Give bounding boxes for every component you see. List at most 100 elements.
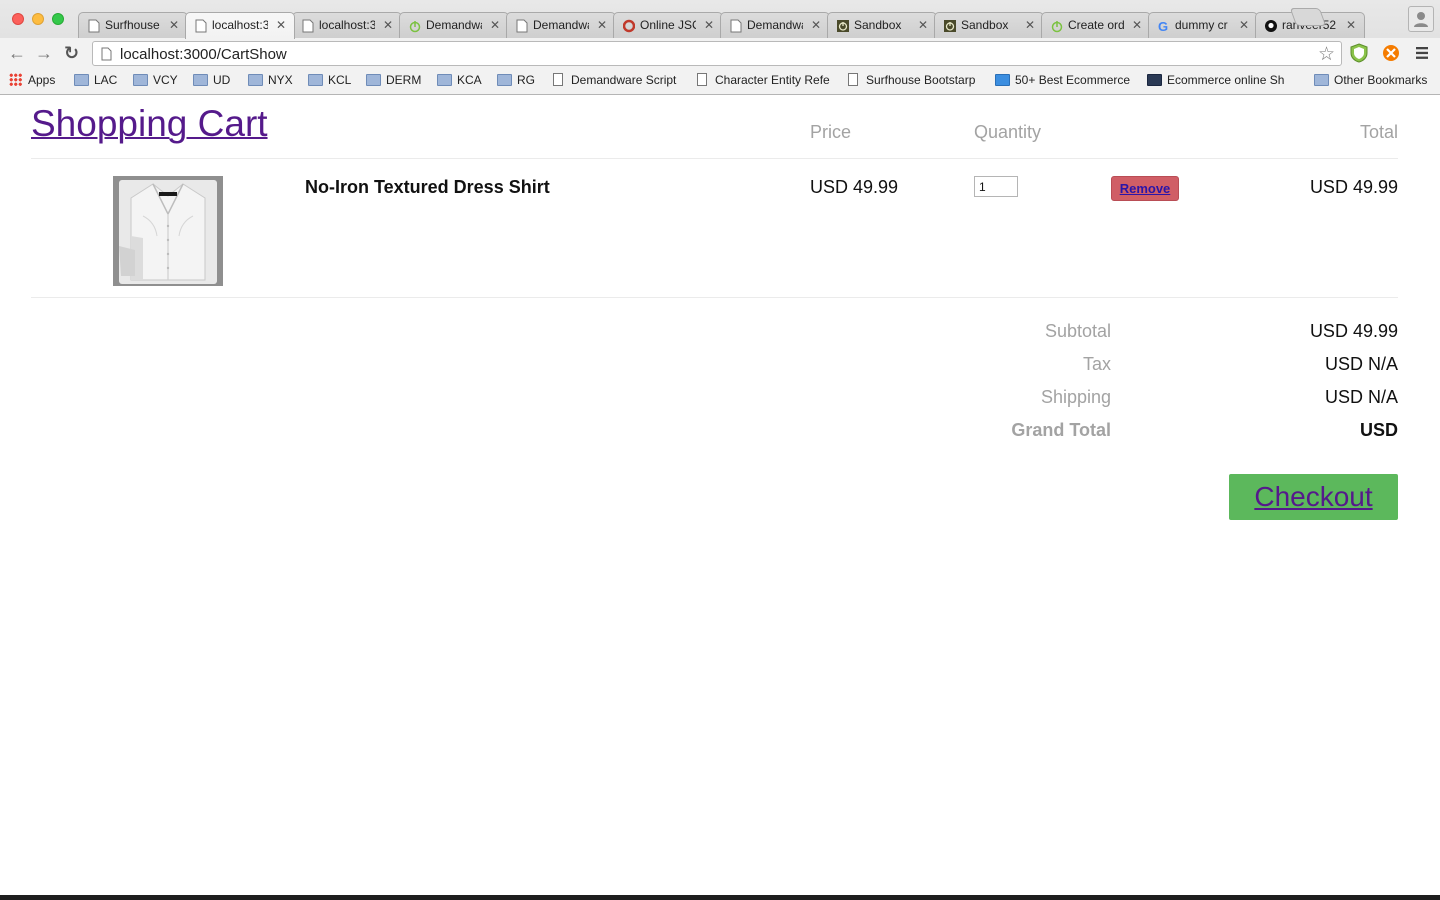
bookmark-folder[interactable]: KCL [308, 73, 351, 87]
folder-icon [193, 74, 208, 86]
tab-label: Sandbox [961, 18, 1009, 32]
address-bar[interactable]: localhost:3000/CartShow ☆ [92, 41, 1342, 66]
tab-online-json[interactable]: Online JSC ✕ [613, 12, 723, 38]
window-minimize-button[interactable] [32, 13, 44, 25]
tab-sandbox[interactable]: Sandbox ✕ [934, 12, 1044, 38]
bookmark-label: Ecommerce online Sh [1167, 73, 1285, 87]
tab-close-icon[interactable]: ✕ [1132, 18, 1142, 32]
bookmark-page[interactable]: Ecommerce online Sh [1147, 73, 1285, 87]
tab-demandware[interactable]: Demandwa ✕ [399, 12, 509, 38]
folder-icon [248, 74, 263, 86]
folder-icon [74, 74, 89, 86]
back-icon[interactable]: ← [8, 44, 26, 62]
bookmark-label: 50+ Best Ecommerce [1015, 73, 1131, 87]
menu-icon[interactable] [1415, 46, 1429, 60]
tab-close-icon[interactable]: ✕ [597, 18, 607, 32]
tab-label: Demandwa [426, 18, 482, 32]
product-image[interactable] [113, 176, 223, 286]
subtotal-label: Subtotal [1044, 321, 1111, 341]
checkout-button[interactable]: Checkout [1229, 474, 1398, 520]
tab-close-icon[interactable]: ✕ [811, 18, 821, 32]
price-column-header: Price [810, 122, 852, 142]
document-icon [848, 73, 858, 86]
folder-icon [437, 74, 452, 86]
tab-close-icon[interactable]: ✕ [490, 18, 500, 32]
tab-close-icon[interactable]: ✕ [918, 18, 928, 32]
bookmark-folder[interactable]: DERM [366, 73, 421, 87]
bookmark-page[interactable]: 50+ Best Ecommerce [995, 73, 1131, 87]
remove-button[interactable]: Remove [1111, 176, 1179, 201]
bookmark-page[interactable]: Demandware Script [553, 73, 676, 87]
shipping-label: Shipping [1040, 387, 1111, 407]
grand-total-label: Grand Total [1011, 420, 1111, 440]
new-tab-button[interactable] [1289, 8, 1327, 26]
forward-icon[interactable]: → [35, 44, 53, 62]
tab-localhost-active[interactable]: localhost:3 ✕ [185, 12, 295, 39]
tab-close-icon[interactable]: ✕ [383, 18, 393, 32]
bookmark-label: KCA [457, 73, 482, 87]
tab-close-icon[interactable]: ✕ [1346, 18, 1356, 32]
shield-extension-icon[interactable] [1349, 43, 1369, 63]
bookmark-label: RG [517, 73, 535, 87]
bookmark-label: LAC [94, 73, 118, 87]
dark-power-icon [944, 20, 956, 32]
tab-label: Demandwa [533, 18, 589, 32]
bookmark-folder[interactable]: UD [193, 73, 230, 87]
red-circle-icon [623, 19, 635, 33]
bookmark-folder[interactable]: NYX [248, 73, 293, 87]
cart-page: Shopping Cart Price Quantity Total No-Ir… [0, 95, 1440, 895]
power-icon [1051, 21, 1063, 33]
document-icon [697, 73, 707, 86]
tab-sandbox[interactable]: Sandbox ✕ [827, 12, 937, 38]
bookmark-apps[interactable]: Apps [9, 73, 55, 87]
tab-surfhouse[interactable]: Surfhouse ✕ [78, 12, 188, 38]
tab-close-icon[interactable]: ✕ [1239, 18, 1249, 32]
person-icon [1414, 12, 1428, 27]
reload-icon[interactable]: ↻ [64, 44, 79, 62]
bookmark-label: Character Entity Refe [715, 73, 830, 87]
tab-close-icon[interactable]: ✕ [276, 18, 286, 32]
product-name[interactable]: No-Iron Textured Dress Shirt [305, 177, 550, 198]
bookmark-label: Apps [28, 73, 56, 87]
tab-close-icon[interactable]: ✕ [704, 18, 714, 32]
bookmark-folder[interactable]: LAC [74, 73, 117, 87]
quantity-input[interactable] [974, 176, 1018, 197]
bookmark-page[interactable]: Character Entity Refe [697, 73, 831, 87]
bookmark-label: Surfhouse Bootstarp [866, 73, 976, 87]
window-close-button[interactable] [12, 13, 24, 25]
bookmark-label: VCY [153, 73, 178, 87]
tab-google-search[interactable]: G dummy cr ✕ [1148, 12, 1258, 38]
divider [31, 158, 1398, 159]
profile-button[interactable] [1408, 6, 1434, 32]
bookmark-folder[interactable]: KCA [437, 73, 482, 87]
url-text: localhost:3000/CartShow [120, 46, 287, 63]
window-maximize-button[interactable] [52, 13, 64, 25]
document-icon [553, 73, 563, 86]
navigation-bar: ← → ↻ localhost:3000/CartShow ☆ [0, 38, 1440, 68]
svg-text:G: G [1158, 19, 1168, 33]
tab-create-order[interactable]: Create ord ✕ [1041, 12, 1151, 38]
tab-label: localhost:3 [212, 18, 268, 32]
bookmark-folder[interactable]: VCY [133, 73, 178, 87]
tab-label: Demandwa [747, 18, 803, 32]
orange-extension-icon[interactable] [1381, 43, 1401, 63]
bookmark-folder[interactable]: RG [497, 73, 535, 87]
tab-localhost[interactable]: localhost:3 ✕ [292, 12, 402, 38]
bookmark-page[interactable]: Surfhouse Bootstarp [848, 73, 980, 87]
apps-grid-icon [9, 73, 22, 86]
folder-icon [308, 74, 323, 86]
github-icon [1265, 20, 1277, 32]
tab-close-icon[interactable]: ✕ [1025, 18, 1035, 32]
folder-icon [497, 74, 512, 86]
quantity-column-header: Quantity [974, 122, 1042, 142]
bookmark-other-folder[interactable]: Other Bookmarks [1314, 73, 1427, 87]
f-logo-icon [995, 74, 1010, 86]
bookmark-label: DERM [386, 73, 422, 87]
window-bottom-edge [0, 895, 1440, 900]
shopping-cart-title-link[interactable]: Shopping Cart [31, 103, 268, 145]
tab-demandware[interactable]: Demandwa ✕ [720, 12, 830, 38]
document-icon [730, 19, 742, 33]
tab-close-icon[interactable]: ✕ [169, 18, 179, 32]
bookmark-star-icon[interactable]: ☆ [1318, 43, 1335, 66]
tab-demandware[interactable]: Demandwa ✕ [506, 12, 616, 38]
